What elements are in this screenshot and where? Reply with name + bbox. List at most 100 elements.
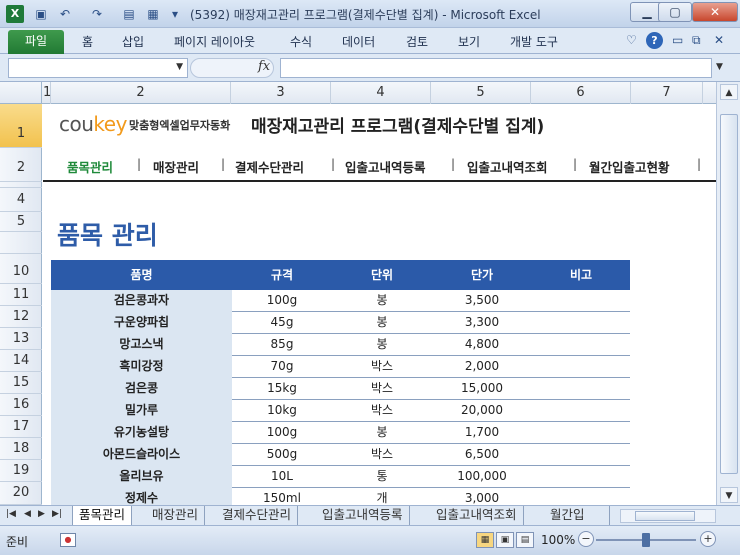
cell-note[interactable] <box>532 444 630 466</box>
column-header[interactable]: 4 <box>331 82 431 104</box>
row-header[interactable]: 5 <box>0 212 42 232</box>
tab-home[interactable]: 홈 <box>82 33 93 50</box>
table-row[interactable]: 아몬드슬라이스 500g 박스 6,500 <box>51 444 630 466</box>
normal-view-icon[interactable]: ▦ <box>476 532 494 548</box>
cell-note[interactable] <box>532 334 630 356</box>
page-layout-view-icon[interactable]: ▣ <box>496 532 514 548</box>
save-icon[interactable]: ▣ <box>32 5 50 23</box>
close-button[interactable]: ✕ <box>692 2 738 22</box>
row-header[interactable]: 13 <box>0 328 42 350</box>
scroll-down-icon[interactable]: ▼ <box>720 487 738 503</box>
table-row[interactable]: 올리브유 10L 통 100,000 <box>51 466 630 488</box>
table-row[interactable]: 검은콩 15kg 박스 15,000 <box>51 378 630 400</box>
horizontal-scrollbar[interactable] <box>620 509 716 523</box>
row-header[interactable]: 4 <box>0 188 42 212</box>
formula-bar-expand-icon[interactable]: ▼ <box>716 62 723 72</box>
cell-price[interactable]: 3,500 <box>432 290 532 312</box>
cell-name[interactable]: 올리브유 <box>51 466 232 488</box>
cell-spec[interactable]: 45g <box>232 312 332 334</box>
table-row[interactable]: 검은콩과자 100g 봉 3,500 <box>51 290 630 312</box>
table-header-unit[interactable]: 단위 <box>332 260 432 290</box>
first-sheet-icon[interactable]: |◀ <box>6 509 16 519</box>
cell-price[interactable]: 100,000 <box>432 466 532 488</box>
cell-note[interactable] <box>532 488 630 505</box>
row-header[interactable]: 2 <box>0 148 42 182</box>
cell-name[interactable]: 구운양파칩 <box>51 312 232 334</box>
cell-price[interactable]: 20,000 <box>432 400 532 422</box>
workbook-close-icon[interactable]: ✕ <box>714 33 724 47</box>
horizontal-scrollbar-thumb[interactable] <box>635 511 695 521</box>
cell-name[interactable]: 검은콩 <box>51 378 232 400</box>
sheet-tab-product[interactable]: 품목관리 <box>72 506 133 525</box>
row-header[interactable]: 17 <box>0 416 42 438</box>
cell-name[interactable]: 밀가루 <box>51 400 232 422</box>
table-row[interactable]: 망고스낵 85g 봉 4,800 <box>51 334 630 356</box>
column-header[interactable]: 6 <box>531 82 631 104</box>
cell-note[interactable] <box>532 466 630 488</box>
nav-item-inout-register[interactable]: 입출고내역등록 <box>345 157 426 176</box>
cell-spec[interactable]: 100g <box>232 290 332 312</box>
zoom-in-icon[interactable]: + <box>700 531 716 547</box>
nav-item-monthly[interactable]: 월간입출고현황 <box>589 157 670 176</box>
page-break-view-icon[interactable]: ▤ <box>516 532 534 548</box>
cell-name[interactable]: 흑미강정 <box>51 356 232 378</box>
scrollbar-thumb[interactable] <box>720 114 738 474</box>
workbook-restore-icon[interactable]: ⧉ <box>692 33 701 48</box>
cell-unit[interactable]: 개 <box>332 488 432 505</box>
tab-file[interactable]: 파일 <box>8 30 64 54</box>
customize-toolbar-icon[interactable]: ▾ <box>166 5 184 23</box>
last-sheet-icon[interactable]: ▶| <box>52 509 62 519</box>
redo-icon[interactable]: ↷ <box>88 5 106 23</box>
row-header[interactable]: 11 <box>0 284 42 306</box>
cell-name[interactable]: 아몬드슬라이스 <box>51 444 232 466</box>
column-header[interactable]: 3 <box>231 82 331 104</box>
cell-spec[interactable]: 100g <box>232 422 332 444</box>
column-header[interactable]: 1 <box>43 82 51 104</box>
nav-item-inout-search[interactable]: 입출고내역조회 <box>467 157 548 176</box>
vertical-scrollbar[interactable]: ▲ ▼ <box>716 82 740 505</box>
cell-note[interactable] <box>532 312 630 334</box>
cell-name[interactable]: 검은콩과자 <box>51 290 232 312</box>
cell-price[interactable]: 4,800 <box>432 334 532 356</box>
table-header-spec[interactable]: 규격 <box>232 260 332 290</box>
zoom-level[interactable]: 100% <box>541 533 575 547</box>
row-header[interactable]: 12 <box>0 306 42 328</box>
tab-formulas[interactable]: 수식 <box>290 33 312 50</box>
cell-unit[interactable]: 박스 <box>332 400 432 422</box>
cell-unit[interactable]: 봉 <box>332 334 432 356</box>
ribbon-collapse-icon[interactable]: ♡ <box>626 33 637 47</box>
cell-unit[interactable]: 봉 <box>332 312 432 334</box>
row-header[interactable]: 10 <box>0 254 42 284</box>
cell-note[interactable] <box>532 400 630 422</box>
table-header-name[interactable]: 품명 <box>51 260 232 290</box>
tab-data[interactable]: 데이터 <box>342 33 375 50</box>
table-header-note[interactable]: 비고 <box>532 260 630 290</box>
formula-input[interactable] <box>280 58 712 78</box>
row-header[interactable]: 1 <box>0 104 42 148</box>
cell-unit[interactable]: 박스 <box>332 378 432 400</box>
cell-spec[interactable]: 85g <box>232 334 332 356</box>
workbook-minimize-icon[interactable]: ▭ <box>672 33 683 47</box>
print-preview-icon[interactable]: ▦ <box>144 5 162 23</box>
zoom-slider-thumb[interactable] <box>642 533 650 547</box>
cell-spec[interactable]: 500g <box>232 444 332 466</box>
tab-review[interactable]: 검토 <box>406 33 428 50</box>
cell-spec[interactable]: 15kg <box>232 378 332 400</box>
tab-insert[interactable]: 삽입 <box>122 33 144 50</box>
cell-note[interactable] <box>532 356 630 378</box>
table-row[interactable]: 유기농설탕 100g 봉 1,700 <box>51 422 630 444</box>
cell-price[interactable]: 15,000 <box>432 378 532 400</box>
scroll-up-icon[interactable]: ▲ <box>720 84 738 100</box>
cell-unit[interactable]: 봉 <box>332 422 432 444</box>
row-header[interactable]: 19 <box>0 460 42 482</box>
table-row[interactable]: 정제수 150ml 개 3,000 <box>51 488 630 505</box>
cell-spec[interactable]: 70g <box>232 356 332 378</box>
next-sheet-icon[interactable]: ▶ <box>38 509 45 519</box>
cell-price[interactable]: 2,000 <box>432 356 532 378</box>
nav-item-payment[interactable]: 결제수단관리 <box>235 157 304 176</box>
nav-item-product[interactable]: 품목관리 <box>67 157 113 176</box>
maximize-button[interactable]: ▢ <box>658 2 692 22</box>
table-row[interactable]: 밀가루 10kg 박스 20,000 <box>51 400 630 422</box>
insert-function-icon[interactable]: fx <box>258 59 270 74</box>
name-box[interactable]: ▼ <box>8 58 188 78</box>
